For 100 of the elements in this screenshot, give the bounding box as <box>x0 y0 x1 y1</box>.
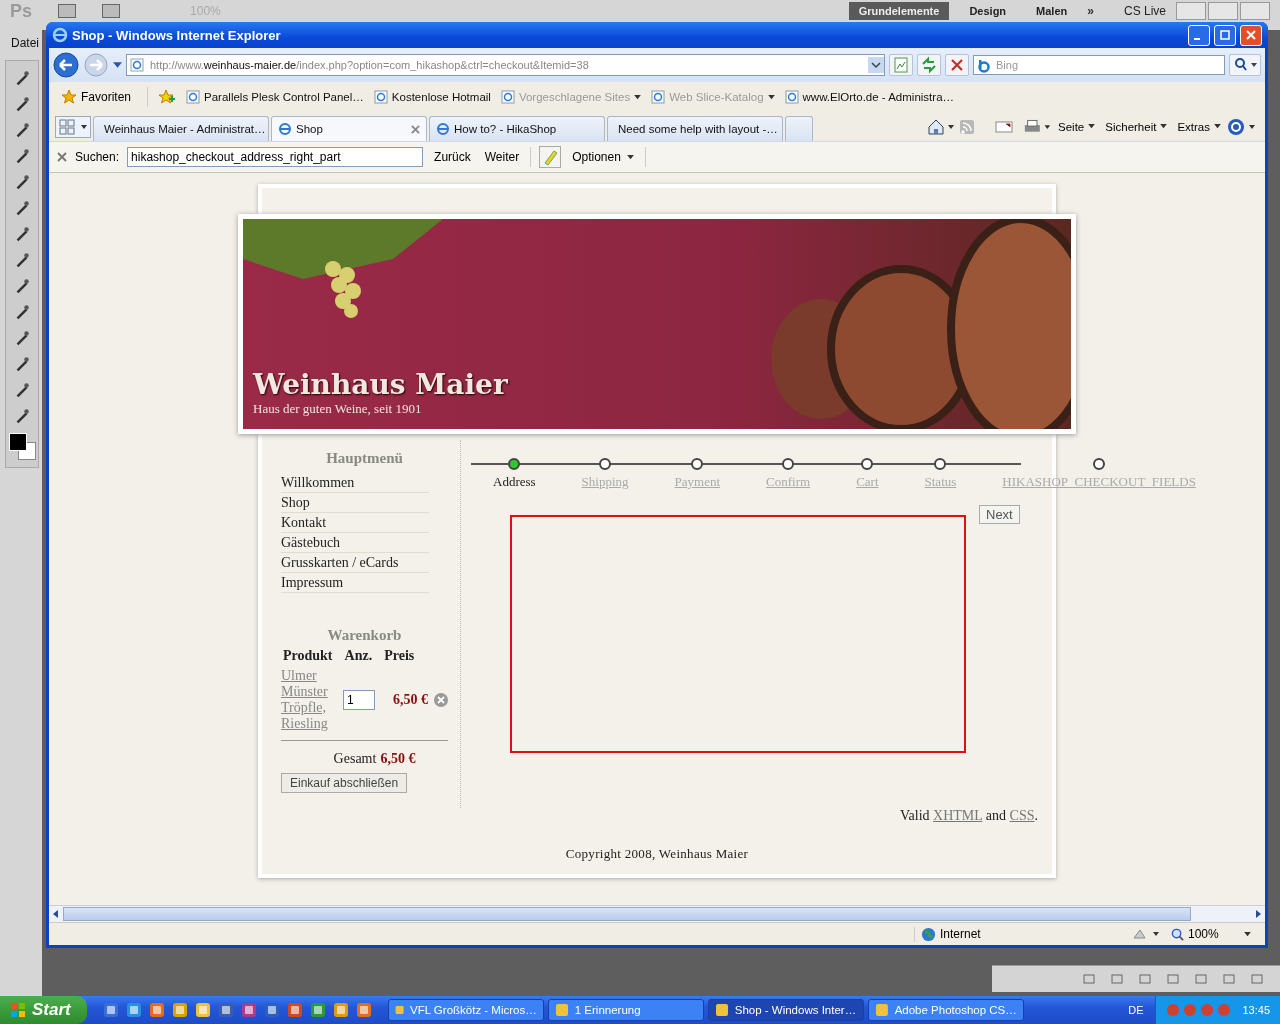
highlight-icon[interactable] <box>539 146 562 168</box>
app-icon <box>554 1003 569 1017</box>
menu-heading: Hauptmenü <box>325 450 404 467</box>
column-header: Produkt <box>283 648 333 664</box>
window-button[interactable] <box>1208 2 1238 20</box>
menu-link[interactable]: Gästebuch <box>281 533 429 553</box>
magnifier-icon <box>1171 927 1184 941</box>
stop-icon[interactable] <box>945 54 969 76</box>
app-icon <box>394 1003 404 1017</box>
maximize-button[interactable] <box>1214 24 1236 46</box>
menu-link[interactable]: Kontakt <box>281 513 429 533</box>
workspace-tab[interactable]: Grundelemente <box>848 2 950 20</box>
browser-logo-icon <box>52 27 68 43</box>
color-swatches-icon[interactable] <box>9 433 35 459</box>
app-icon[interactable] <box>102 1002 119 1018</box>
total-price: 6,50 € <box>380 751 416 767</box>
history-caret-icon[interactable] <box>113 61 122 69</box>
bing-logo-icon <box>977 59 991 73</box>
windows-logo-icon <box>10 1002 26 1018</box>
app-icon[interactable] <box>217 1002 234 1018</box>
command-menu[interactable]: Extras <box>1173 120 1225 133</box>
options-menu[interactable]: Optionen <box>569 150 637 164</box>
column-header: Anz. <box>344 648 373 664</box>
validation-note: Valid XHTML and CSS. <box>900 808 1038 824</box>
back-button[interactable] <box>53 52 79 78</box>
taskbar-button[interactable]: VFL Großkötz - Micros… <box>387 999 544 1021</box>
next-button[interactable]: Next <box>979 505 1020 524</box>
validation-link[interactable]: XHTML <box>933 808 983 823</box>
browser-tab[interactable]: Need some help with layout -… <box>607 116 783 141</box>
validation-link[interactable]: CSS <box>1009 808 1035 823</box>
caret-icon <box>626 154 634 160</box>
page-icon <box>186 90 201 104</box>
app-icon <box>714 1003 729 1017</box>
app-icon[interactable] <box>240 1002 257 1018</box>
search-field[interactable]: Bing <box>973 55 1225 75</box>
quick-tabs-icon[interactable] <box>55 116 91 138</box>
price: 6,50 € <box>393 692 428 708</box>
logo-text: Weinhaus Maier <box>253 368 508 401</box>
close-icon[interactable] <box>57 152 67 162</box>
compatibility-view-icon[interactable] <box>889 54 913 76</box>
refresh-icon[interactable] <box>917 54 941 76</box>
find-field[interactable]: hikashop_checkout_address_right_part <box>127 147 424 167</box>
workspace-tab[interactable]: Malen <box>1026 2 1078 20</box>
taskbar-button[interactable]: Adobe Photoshop CS… <box>867 999 1024 1021</box>
page-icon <box>500 90 515 104</box>
taskbar-button[interactable]: 1 Erinnerung <box>547 999 704 1021</box>
taskbar-button[interactable]: Shop - Windows Inter… <box>707 999 864 1021</box>
add-favorite-icon[interactable] <box>158 89 177 105</box>
security-zone: Internet <box>914 926 1121 942</box>
home-icon[interactable] <box>926 117 957 136</box>
window-button[interactable] <box>1176 2 1206 20</box>
app-icon[interactable] <box>355 1002 372 1018</box>
app-icon[interactable] <box>309 1002 326 1018</box>
menu-link[interactable]: Shop <box>281 493 429 513</box>
cart-heading: Warenkorb <box>326 627 403 644</box>
window-button[interactable] <box>1240 2 1270 20</box>
app-icon[interactable] <box>171 1002 188 1018</box>
clock: 13:45 <box>1242 1004 1270 1016</box>
site-icon <box>436 122 450 136</box>
menu-link[interactable]: Willkommen <box>281 473 429 493</box>
close-icon[interactable] <box>411 124 420 134</box>
menu-item[interactable]: Datei <box>0 30 39 56</box>
app-icon[interactable] <box>332 1002 349 1018</box>
maximize-icon <box>1220 30 1230 40</box>
browser-tab[interactable]: How to? - HikaShop <box>429 116 605 141</box>
checkout-button[interactable]: Einkauf abschließen <box>281 773 408 793</box>
close-button[interactable] <box>1240 24 1262 46</box>
minimize-button[interactable] <box>1188 24 1210 46</box>
photoshop-logo: Ps <box>10 0 33 22</box>
cs-live-menu[interactable]: CS Live <box>1123 4 1166 18</box>
favorites-button[interactable]: Favoriten <box>55 88 138 106</box>
app-icon[interactable] <box>263 1002 280 1018</box>
favorite-link[interactable]: Kostenlose Hotmail <box>373 90 491 104</box>
browser-tab[interactable]: Weinhaus Maier - Administrat… <box>93 116 269 141</box>
favorite-link[interactable]: www.ElOrto.de - Administra… <box>784 90 955 104</box>
find-button[interactable]: Zurück <box>431 150 474 164</box>
language-indicator[interactable]: DE <box>1128 1004 1144 1016</box>
url-text: http://www.weinhaus-maier.de/index.php?option=com_hikashop&ctrl=checkout&Itemid=38 <box>150 59 590 71</box>
app-icon[interactable] <box>286 1002 303 1018</box>
menu-link[interactable]: Impressum <box>281 573 429 593</box>
horizontal-scrollbar[interactable] <box>49 905 1265 922</box>
app-icon[interactable] <box>148 1002 165 1018</box>
command-menu[interactable]: Sicherheit <box>1101 120 1172 133</box>
zoom-control[interactable]: 100% <box>1171 927 1251 941</box>
more-workspaces[interactable]: » <box>1087 4 1094 18</box>
remove-icon[interactable] <box>434 693 448 707</box>
app-icon[interactable] <box>125 1002 142 1018</box>
dropdown-caret-icon[interactable] <box>868 56 884 74</box>
address-field[interactable]: http://www.weinhaus-maier.de/index.php?option=com_hikashop&ctrl=checkout&Itemid=38 <box>126 54 885 76</box>
menu-link[interactable]: Grusskarten / eCards <box>281 553 429 573</box>
app-icon[interactable] <box>194 1002 211 1018</box>
workspace-tab[interactable]: Design <box>959 2 1017 20</box>
favorite-link[interactable]: Parallels Plesk Control Panel… <box>186 90 364 104</box>
search-icon[interactable] <box>1229 54 1261 76</box>
command-menu[interactable]: Seite <box>1054 120 1100 133</box>
find-button[interactable]: Weiter <box>481 150 523 164</box>
caret-icon <box>1244 931 1251 937</box>
browser-tab[interactable]: Shop <box>271 116 427 141</box>
quantity-field[interactable]: 1 <box>343 690 375 710</box>
globe-icon <box>921 926 936 942</box>
